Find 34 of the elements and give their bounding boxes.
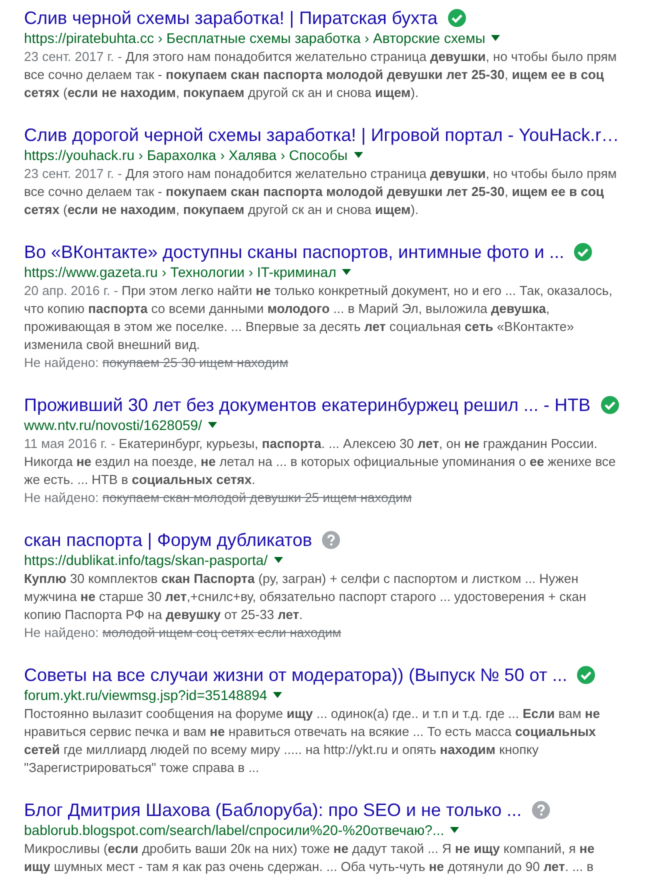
missing-label: Не найдено: bbox=[24, 625, 99, 640]
result-title[interactable]: Во «ВКонтакте» доступны сканы паспортов, интимные фото и ... bbox=[24, 240, 564, 264]
result-title[interactable]: скан паспорта | Форум дубликатов bbox=[24, 528, 312, 552]
dropdown-caret-icon[interactable] bbox=[273, 692, 282, 698]
dropdown-caret-icon[interactable] bbox=[450, 827, 460, 833]
result-title[interactable]: Советы на все случаи жизни от модератора)) (Выпуск № 50 от ... bbox=[24, 663, 568, 687]
dropdown-caret-icon[interactable] bbox=[208, 422, 217, 428]
result-snippet: Куплю 30 комплектов скан Паспорта (ру, загран) + селфи с паспортом и листком ... Нужен мужчина не старше 30 лет,+снилс+ву, обязательно паспорт старого ... удостоверения + скан копию Паспорта РФ на девушку от 25-33 лет. bbox=[24, 570, 588, 624]
result-url: www.ntv.ru/novosti/1628059/ bbox=[24, 416, 202, 434]
result-title[interactable]: Блог Дмитрия Шахова (Баблоруба): про SEO и не только ... bbox=[24, 798, 522, 822]
result-url: forum.ykt.ru/viewmsg.jsp?id=35148894 bbox=[24, 686, 268, 704]
result-title[interactable]: Слив черной схемы заработка! | Пиратская бухта bbox=[24, 6, 438, 30]
result-url: https://www.gazeta.ru › Технологии › IT-криминал bbox=[24, 263, 336, 281]
result-title[interactable]: Проживший 30 лет без документов екатеринбуржец решил ... - НТВ bbox=[24, 393, 591, 417]
result-url: https://piratebuhta.cc › Бесплатные схемы заработка › Авторские схемы bbox=[24, 29, 486, 47]
result-snippet: Микросливы (если дробить ваши 20к на них) тоже не дадут такой ... Я не ищу компаний, я не ищу шумных мест - там я как раз очень сдержан. ... Оба чуть-чуть не дотянули до 90 лет. ... в bbox=[24, 840, 596, 876]
missing-terms: покупаем скан молодой девушки 25 ищем находим bbox=[102, 490, 412, 505]
result-url: https://youhack.ru › Барахолка › Халява › Способы bbox=[24, 146, 348, 164]
result-url: bablorub.blogspot.com/search/label/спросили%20-%20отвечаю?... bbox=[24, 821, 444, 839]
dropdown-caret-icon[interactable] bbox=[354, 152, 363, 158]
result-url: https://dublikat.info/tags/skan-pasporta/ bbox=[24, 551, 268, 569]
dropdown-caret-icon[interactable] bbox=[342, 269, 352, 275]
result-snippet: Постоянно вылазит сообщения на форуме ищу ... одинок(а) где.. и т.п и т.д. где ... Если вам не нравиться сервис печка и вам не нравиться отвечать на всякие ... То есть масса социальных сетей где миллиард людей по всему миру ..... на http://ykt.ru и опять находим кнопку "Зарегистрироваться" тоже справа в ... bbox=[24, 705, 602, 777]
missing-label: Не найдено: bbox=[24, 355, 99, 370]
missing-terms: молодой ищем соц сетях если находим bbox=[102, 625, 342, 640]
dropdown-caret-icon[interactable] bbox=[491, 35, 500, 41]
missing-terms: покупаем 25 30 ищем находим bbox=[102, 355, 288, 370]
dropdown-caret-icon[interactable] bbox=[274, 557, 283, 563]
result-snippet: 11 мая 2016 г. - Екатеринбург, курьезы, паспорта. ... Алексею 30 лет, он не гражданин России. Никогда не ездил на поезде, не летал на ... в которых официальные упоминания о ее женихе все же есть. ... НТВ в социальных сетях. bbox=[24, 435, 617, 489]
result-snippet: 23 сент. 2017 г. - Для этого нам понадобится желательно страница девушки, но чтобы было прям все сочно делаем так - покупаем скан паспорта молодой девушки лет 25-30, ищем ее в соц сетях (если не находим, покупаем другой ск ан и снова ищем). bbox=[24, 48, 618, 102]
result-snippet: 23 сент. 2017 г. - Для этого нам понадобится желательно страница девушки, но чтобы было прям все сочно делаем так - покупаем скан паспорта молодой девушки лет 25-30, ищем ее в соц сетях (если не находим, покупаем другой ск ан и снова ищем). bbox=[24, 165, 618, 219]
missing-label: Не найдено: bbox=[24, 490, 99, 505]
result-snippet: 20 апр. 2016 г. - При этом легко найти не только конкретный документ, но и его ... Так, оказалось, что копию паспорта со всеми данными молодого ... в Марий Эл, выложила девушка, проживающая в этом же поселке. ... Впервые за десять лет социальная сеть «ВКонтакте» изменила свой внешний вид. bbox=[24, 282, 614, 354]
result-title[interactable]: Слив дорогой черной схемы заработка! | Игровой портал - YouHack.r… bbox=[24, 123, 620, 147]
